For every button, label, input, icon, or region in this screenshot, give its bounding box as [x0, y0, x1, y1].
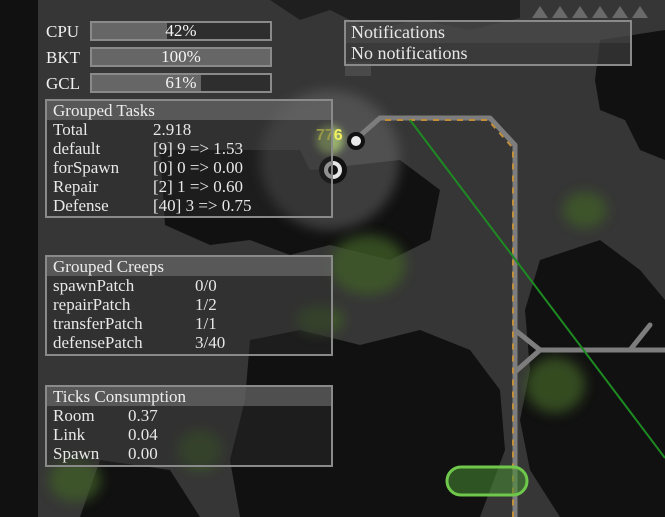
- tick-name: Link: [53, 425, 86, 444]
- grouped-tasks-title: Grouped Tasks: [47, 101, 331, 120]
- gcl-value: 61%: [165, 73, 197, 92]
- task-name: default: [53, 139, 101, 158]
- task-name: forSpawn: [53, 158, 120, 177]
- tick-row: Room 0.37: [47, 406, 331, 425]
- cpu-bar: 42%: [90, 21, 272, 41]
- creep-group-value: 0/0: [195, 276, 217, 295]
- grouped-creeps-title: Grouped Creeps: [47, 257, 331, 276]
- tick-row: Link 0.04: [47, 425, 331, 444]
- cpu-label: CPU: [46, 22, 80, 41]
- creep-unit[interactable]: [347, 132, 365, 150]
- creep-group-value: 1/1: [195, 314, 217, 333]
- tick-value: 0.04: [128, 425, 158, 444]
- creep-row: spawnPatch 0/0: [47, 276, 331, 295]
- notifications-panel: Notifications No notifications: [344, 20, 632, 66]
- tick-name: Spawn: [53, 444, 100, 463]
- task-row: Defense [40] 3 => 0.75: [47, 196, 331, 215]
- creep-row: transferPatch 1/1: [47, 314, 331, 333]
- creep-group-value: 1/2: [195, 295, 217, 314]
- gcl-label: GCL: [46, 74, 80, 93]
- selection-highlight[interactable]: [445, 465, 529, 497]
- grouped-tasks-panel: Grouped Tasks Total 2.918 default [9] 9 =>…: [45, 99, 333, 218]
- notifications-title: Notifications: [346, 22, 630, 43]
- creep-group-name: repairPatch: [53, 295, 131, 314]
- creep-group-name: defensePatch: [53, 333, 143, 352]
- task-name: Total: [53, 120, 88, 139]
- task-row: Total 2.918: [47, 120, 331, 139]
- task-name: Repair: [53, 177, 99, 196]
- tick-name: Room: [53, 406, 95, 425]
- task-value: [40] 3 => 0.75: [153, 196, 252, 215]
- bkt-label: BKT: [46, 48, 80, 67]
- creep-row: defensePatch 3/40: [47, 333, 331, 352]
- tick-row: Spawn 0.00: [47, 444, 331, 463]
- bkt-value: 100%: [161, 47, 201, 66]
- tick-value: 0.37: [128, 406, 158, 425]
- cpu-value: 42%: [165, 21, 197, 40]
- task-value: 2.918: [153, 120, 192, 139]
- notifications-body: No notifications: [346, 43, 630, 64]
- creep-group-value: 3/40: [195, 333, 226, 352]
- task-value: [9] 9 => 1.53: [153, 139, 243, 158]
- bkt-bar: 100%: [90, 47, 272, 67]
- task-row: Repair [2] 1 => 0.60: [47, 177, 331, 196]
- gcl-bar: 61%: [90, 73, 272, 93]
- task-value: [0] 0 => 0.00: [153, 158, 243, 177]
- task-value: [2] 1 => 0.60: [153, 177, 243, 196]
- task-row: default [9] 9 => 1.53: [47, 139, 331, 158]
- ticks-consumption-title: Ticks Consumption: [47, 387, 331, 406]
- creep-row: repairPatch 1/2: [47, 295, 331, 314]
- creep-group-name: transferPatch: [53, 314, 143, 333]
- creep-group-name: spawnPatch: [53, 276, 135, 295]
- grouped-creeps-panel: Grouped Creeps spawnPatch 0/0 repairPatch…: [45, 255, 333, 356]
- ticks-consumption-panel: Ticks Consumption Room 0.37 Link 0.04 Spaw…: [45, 385, 333, 467]
- task-name: Defense: [53, 196, 109, 215]
- tick-value: 0.00: [128, 444, 158, 463]
- task-row: forSpawn [0] 0 => 0.00: [47, 158, 331, 177]
